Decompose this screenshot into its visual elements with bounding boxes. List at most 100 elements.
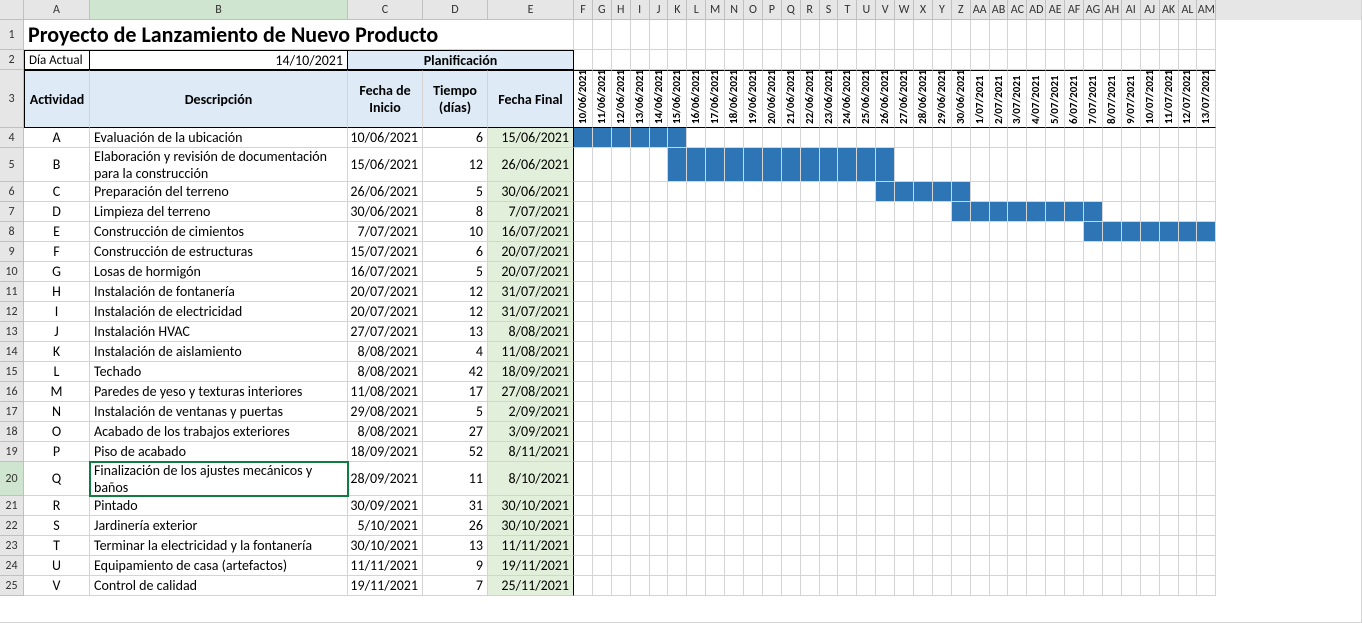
gantt-cell[interactable] — [914, 302, 933, 322]
gantt-cell[interactable] — [574, 462, 593, 496]
column-header-X[interactable]: X — [914, 0, 933, 20]
column-header-D[interactable]: D — [423, 0, 488, 20]
gantt-cell[interactable] — [593, 536, 612, 556]
gantt-cell[interactable] — [1179, 536, 1198, 556]
gantt-cell[interactable] — [763, 148, 782, 182]
gantt-cell[interactable] — [838, 442, 857, 462]
gantt-cell[interactable] — [990, 462, 1009, 496]
task-days[interactable]: 8 — [423, 202, 488, 222]
gantt-cell[interactable] — [1103, 402, 1122, 422]
task-start[interactable]: 5/10/2021 — [348, 516, 423, 536]
gantt-cell[interactable] — [1027, 576, 1046, 596]
gantt-cell[interactable] — [933, 556, 952, 576]
task-act[interactable]: E — [24, 222, 90, 242]
task-days[interactable]: 27 — [423, 422, 488, 442]
gantt-cell[interactable] — [725, 516, 744, 536]
gantt-cell[interactable] — [801, 442, 820, 462]
gantt-cell[interactable] — [1008, 536, 1027, 556]
gantt-cell[interactable] — [574, 496, 593, 516]
gantt-cell[interactable] — [650, 302, 669, 322]
row-header-18[interactable]: 18 — [0, 422, 24, 442]
gantt-cell[interactable] — [593, 442, 612, 462]
task-start[interactable]: 27/07/2021 — [348, 322, 423, 342]
gantt-cell[interactable] — [952, 148, 971, 182]
column-header-AG[interactable]: AG — [1084, 0, 1103, 20]
gantt-cell[interactable] — [612, 402, 631, 422]
gantt-cell[interactable] — [1179, 402, 1198, 422]
gantt-cell[interactable] — [763, 402, 782, 422]
gantt-cell[interactable] — [593, 556, 612, 576]
gantt-cell[interactable] — [687, 222, 706, 242]
gantt-cell[interactable] — [1065, 222, 1084, 242]
row-header-20[interactable]: 20 — [0, 462, 24, 496]
gantt-cell[interactable] — [914, 496, 933, 516]
gantt-cell[interactable] — [1122, 242, 1141, 262]
gantt-cell[interactable] — [668, 322, 687, 342]
gantt-cell[interactable] — [631, 242, 650, 262]
gantt-cell[interactable] — [1160, 222, 1179, 242]
gantt-cell[interactable] — [1046, 182, 1065, 202]
gantt-cell[interactable] — [971, 402, 990, 422]
gantt-cell[interactable] — [990, 182, 1009, 202]
gantt-cell[interactable] — [1197, 282, 1216, 302]
row-header-10[interactable]: 10 — [0, 262, 24, 282]
gantt-cell[interactable] — [1027, 382, 1046, 402]
gantt-cell[interactable] — [1027, 422, 1046, 442]
gantt-cell[interactable] — [895, 322, 914, 342]
gantt-cell[interactable] — [612, 128, 631, 148]
gantt-cell[interactable] — [1103, 462, 1122, 496]
task-act[interactable]: R — [24, 496, 90, 516]
row-header-12[interactable]: 12 — [0, 302, 24, 322]
gantt-cell[interactable] — [763, 556, 782, 576]
gantt-cell[interactable] — [1084, 148, 1103, 182]
task-act[interactable]: S — [24, 516, 90, 536]
gantt-cell[interactable] — [1103, 382, 1122, 402]
gantt-cell[interactable] — [1046, 556, 1065, 576]
gantt-cell[interactable] — [1197, 556, 1216, 576]
gantt-cell[interactable] — [933, 422, 952, 442]
gantt-cell[interactable] — [990, 516, 1009, 536]
gantt-cell[interactable] — [971, 576, 990, 596]
gantt-cell[interactable] — [687, 362, 706, 382]
gantt-cell[interactable] — [763, 342, 782, 362]
gantt-cell[interactable] — [687, 556, 706, 576]
gantt-cell[interactable] — [1008, 496, 1027, 516]
task-start[interactable]: 26/06/2021 — [348, 182, 423, 202]
gantt-cell[interactable] — [763, 242, 782, 262]
gantt-cell[interactable] — [1141, 496, 1160, 516]
gantt-cell[interactable] — [1103, 362, 1122, 382]
gantt-cell[interactable] — [1008, 128, 1027, 148]
gantt-cell[interactable] — [990, 576, 1009, 596]
gantt-cell[interactable] — [1084, 362, 1103, 382]
gantt-cell[interactable] — [801, 576, 820, 596]
gantt-cell[interactable] — [1122, 556, 1141, 576]
gantt-cell[interactable] — [1084, 402, 1103, 422]
gantt-cell[interactable] — [1103, 202, 1122, 222]
gantt-cell[interactable] — [876, 556, 895, 576]
gantt-cell[interactable] — [895, 362, 914, 382]
gantt-cell[interactable] — [782, 556, 801, 576]
gantt-cell[interactable] — [650, 556, 669, 576]
gantt-cell[interactable] — [631, 536, 650, 556]
gantt-cell[interactable] — [1008, 242, 1027, 262]
gantt-cell[interactable] — [1141, 442, 1160, 462]
task-end[interactable]: 18/09/2021 — [488, 362, 574, 382]
gantt-cell[interactable] — [1122, 342, 1141, 362]
gantt-cell[interactable] — [971, 242, 990, 262]
gantt-cell[interactable] — [631, 422, 650, 442]
column-header-AH[interactable]: AH — [1103, 0, 1122, 20]
row-header-4[interactable]: 4 — [0, 128, 24, 148]
gantt-cell[interactable] — [1065, 322, 1084, 342]
gantt-cell[interactable] — [801, 302, 820, 322]
gantt-cell[interactable] — [801, 202, 820, 222]
gantt-cell[interactable] — [1197, 242, 1216, 262]
task-start[interactable]: 7/07/2021 — [348, 222, 423, 242]
gantt-cell[interactable] — [593, 382, 612, 402]
task-desc[interactable]: Techado — [90, 362, 348, 382]
gantt-cell[interactable] — [650, 516, 669, 536]
gantt-cell[interactable] — [1141, 182, 1160, 202]
gantt-cell[interactable] — [1084, 128, 1103, 148]
gantt-cell[interactable] — [876, 462, 895, 496]
gantt-cell[interactable] — [933, 382, 952, 402]
gantt-cell[interactable] — [1179, 576, 1198, 596]
